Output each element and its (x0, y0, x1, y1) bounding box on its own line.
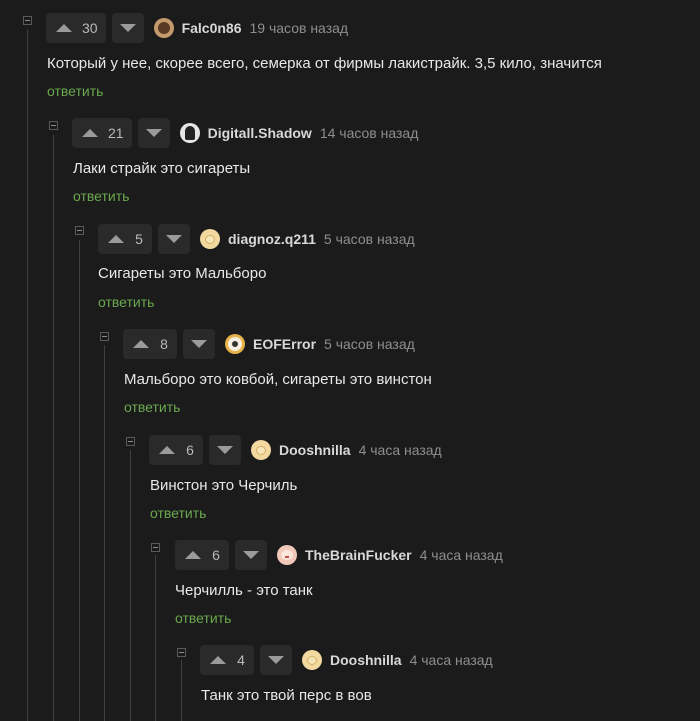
vote-box: 8 (123, 329, 177, 359)
downvote-button[interactable] (209, 435, 241, 465)
reply-link[interactable]: ответить (98, 294, 154, 310)
arrow-up-icon (82, 129, 98, 137)
reply-link[interactable]: ответить (175, 610, 231, 626)
arrow-down-icon (119, 24, 136, 32)
comment-text: Лаки страйк это сигареты (73, 160, 251, 177)
collapse-button[interactable] (126, 437, 135, 446)
comment-score: 6 (186, 442, 194, 458)
vote-box: 5 (98, 224, 152, 254)
downvote-button[interactable] (158, 224, 190, 254)
avatar[interactable] (277, 545, 297, 565)
comment-header: 30 Falc0n86 19 часов назад (46, 13, 348, 43)
vote-box: 21 (72, 118, 132, 148)
arrow-down-icon (268, 656, 284, 664)
comment-text: Который у нее, скорее всего, семерка от … (47, 55, 602, 72)
arrow-down-icon (191, 340, 207, 348)
thread-line (130, 450, 131, 721)
comment-header: 21 Digitall.Shadow 14 часов назад (72, 118, 418, 148)
collapse-button[interactable] (100, 332, 109, 341)
comment-header: 6 Dooshnilla 4 часа назад (149, 435, 442, 465)
thread-line (53, 135, 54, 721)
vote-box: 30 (46, 13, 106, 43)
username[interactable]: TheBrainFucker (305, 547, 412, 563)
vote-box: 4 (200, 645, 254, 675)
comment-time: 4 часа назад (409, 652, 493, 668)
arrow-up-icon (133, 340, 149, 348)
arrow-down-icon (217, 446, 233, 454)
username[interactable]: Dooshnilla (279, 442, 351, 458)
comment-score: 4 (237, 652, 245, 668)
comment-time: 4 часа назад (358, 442, 442, 458)
comment-score: 6 (212, 547, 220, 563)
comment-time: 19 часов назад (249, 20, 349, 36)
comment-score: 21 (108, 125, 124, 141)
arrow-up-icon (108, 235, 124, 243)
comment-text: Танк это твой перс в вов (201, 687, 372, 704)
arrow-up-icon (56, 24, 72, 32)
comment-time: 5 часов назад (323, 231, 415, 247)
username[interactable]: Digitall.Shadow (208, 125, 312, 141)
upvote-button[interactable] (149, 435, 185, 465)
username[interactable]: Dooshnilla (330, 652, 402, 668)
arrow-down-icon (243, 551, 259, 559)
collapse-button[interactable] (23, 16, 32, 25)
comment-score: 5 (135, 231, 143, 247)
arrow-up-icon (159, 446, 175, 454)
collapse-button[interactable] (151, 543, 160, 552)
comment-score: 30 (82, 20, 98, 36)
thread-line (27, 30, 28, 721)
comment-text: Винстон это Черчиль (150, 477, 298, 494)
avatar[interactable] (179, 123, 200, 143)
arrow-down-icon (145, 129, 162, 137)
comment-text: Мальборо это ковбой, сигареты это винсто… (124, 371, 432, 388)
comment-header: 6 TheBrainFucker 4 часа назад (175, 540, 503, 570)
comment-time: 5 часов назад (324, 336, 415, 352)
username[interactable]: diagnoz.q211 (228, 231, 316, 247)
comment-header: 8 EOFError 5 часов назад (123, 329, 415, 359)
collapse-button[interactable] (177, 648, 186, 657)
reply-link[interactable]: ответить (73, 188, 129, 204)
avatar[interactable] (225, 334, 245, 354)
vote-box: 6 (149, 435, 203, 465)
downvote-button[interactable] (137, 118, 170, 148)
downvote-button[interactable] (111, 13, 144, 43)
upvote-button[interactable] (175, 540, 211, 570)
thread-line (181, 660, 182, 721)
avatar[interactable] (153, 18, 174, 38)
upvote-button[interactable] (98, 224, 134, 254)
comment-time: 4 часа назад (419, 547, 503, 563)
downvote-button[interactable] (235, 540, 267, 570)
comment-score: 8 (160, 336, 168, 352)
reply-link[interactable]: ответить (47, 83, 103, 99)
thread-line (155, 555, 156, 721)
comment-text: Черчилль - это танк (175, 582, 313, 599)
comment-header: 5 diagnoz.q211 5 часов назад (98, 224, 415, 254)
username[interactable]: Falc0n86 (182, 20, 242, 36)
avatar[interactable] (251, 440, 271, 460)
upvote-button[interactable] (123, 329, 159, 359)
thread-line (79, 240, 80, 721)
username[interactable]: EOFError (253, 336, 316, 352)
upvote-button[interactable] (46, 13, 82, 43)
thread-line (104, 345, 105, 721)
vote-box: 6 (175, 540, 229, 570)
upvote-button[interactable] (72, 118, 108, 148)
upvote-button[interactable] (200, 645, 236, 675)
arrow-up-icon (185, 551, 201, 559)
downvote-button[interactable] (260, 645, 292, 675)
reply-link[interactable]: ответить (150, 505, 206, 521)
arrow-up-icon (210, 656, 226, 664)
collapse-button[interactable] (49, 121, 58, 130)
reply-link[interactable]: ответить (124, 399, 180, 415)
downvote-button[interactable] (183, 329, 215, 359)
comment-header: 4 Dooshnilla 4 часа назад (200, 645, 493, 675)
comment-time: 14 часов назад (319, 125, 419, 141)
comment-text: Сигареты это Мальборо (98, 265, 267, 282)
avatar[interactable] (302, 650, 322, 670)
collapse-button[interactable] (75, 226, 84, 235)
avatar[interactable] (200, 229, 220, 249)
arrow-down-icon (166, 235, 182, 243)
